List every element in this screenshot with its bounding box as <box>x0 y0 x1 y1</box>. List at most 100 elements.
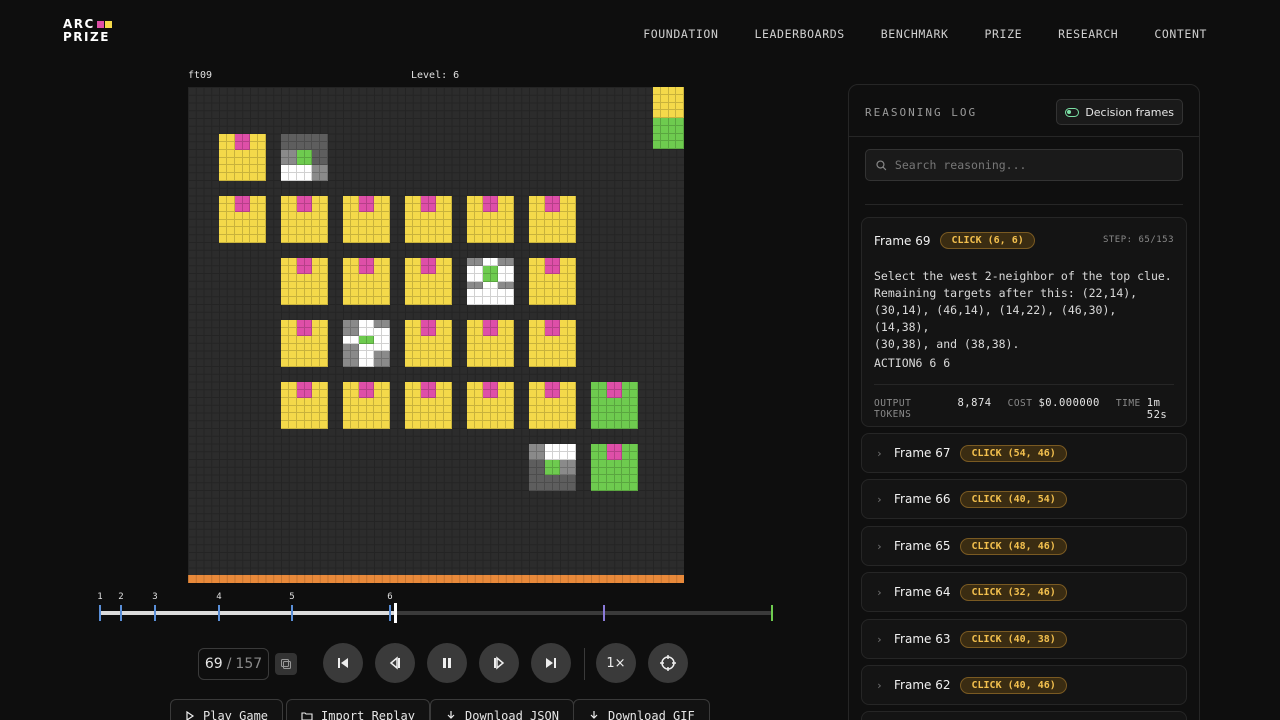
yellow-tile[interactable] <box>219 134 266 181</box>
yellow-tile[interactable] <box>405 196 452 243</box>
frame-row[interactable]: › Frame 63 CLICK (40, 38) <box>861 619 1187 659</box>
frame-row[interactable] <box>861 711 1187 720</box>
frame-stats: OUTPUT TOKENS 8,874 COST $0.000000 TIME … <box>874 397 1186 421</box>
yellow-tile[interactable] <box>281 320 328 367</box>
frame-row[interactable]: › Frame 65 CLICK (48, 46) <box>861 526 1187 566</box>
nav-leaderboards[interactable]: LEADERBOARDS <box>754 27 844 41</box>
frame-counter[interactable]: 69 / 157 <box>198 648 269 680</box>
yellow-tile[interactable] <box>219 196 266 243</box>
download-json-button[interactable]: Download JSON <box>430 699 574 720</box>
game-id: ft09 <box>188 70 213 81</box>
level-marker[interactable] <box>120 605 122 621</box>
total-frames: 157 <box>235 656 263 672</box>
clue-tile[interactable] <box>529 444 576 491</box>
yellow-tile[interactable] <box>467 382 514 429</box>
speed-button[interactable]: 1× <box>596 643 636 683</box>
frame-row[interactable]: › Frame 66 CLICK (40, 54) <box>861 479 1187 519</box>
yellow-tile[interactable] <box>529 258 576 305</box>
level-marker-label: 4 <box>216 592 222 602</box>
green-tile[interactable] <box>591 382 638 429</box>
yellow-tile[interactable] <box>281 382 328 429</box>
step-back-button[interactable] <box>375 643 415 683</box>
arc-prize-logo[interactable]: ARC PRIZE <box>63 18 123 44</box>
frame-title: Frame 63 <box>894 632 951 646</box>
nav-research[interactable]: RESEARCH <box>1058 27 1118 41</box>
download-json-label: Download JSON <box>465 709 559 720</box>
play-game-button[interactable]: Play Game <box>170 699 284 720</box>
yellow-tile[interactable] <box>467 320 514 367</box>
search-icon <box>876 159 887 170</box>
frame-row[interactable]: › Frame 67 CLICK (54, 46) <box>861 433 1187 473</box>
cost-value: $0.000000 <box>1038 397 1100 409</box>
play-icon <box>186 711 195 720</box>
decision-frames-toggle[interactable]: Decision frames <box>1056 99 1183 125</box>
yellow-tile[interactable] <box>467 196 514 243</box>
decision-frames-label: Decision frames <box>1085 105 1174 119</box>
timeline-handle[interactable] <box>394 603 397 623</box>
chevron-right-icon: › <box>876 632 883 646</box>
download-gif-button[interactable]: Download GIF <box>573 699 710 720</box>
time-value: 1m 52s <box>1146 397 1168 421</box>
yellow-tile[interactable] <box>343 196 390 243</box>
copy-icon <box>281 659 291 669</box>
level-marker[interactable] <box>154 605 156 621</box>
clue-tile[interactable] <box>343 320 390 367</box>
chevron-right-icon: › <box>876 585 883 599</box>
action-badge: CLICK (32, 46) <box>960 583 1067 601</box>
search-divider <box>865 204 1183 205</box>
search-box[interactable] <box>865 149 1183 181</box>
yellow-tile[interactable] <box>281 258 328 305</box>
clue-tile[interactable] <box>467 258 514 305</box>
frame-title: Frame 62 <box>894 678 951 692</box>
yellow-tile[interactable] <box>529 382 576 429</box>
step-forward-button[interactable] <box>479 643 519 683</box>
chevron-right-icon: › <box>876 678 883 692</box>
skip-to-start-button[interactable] <box>323 643 363 683</box>
yellow-tile[interactable] <box>529 320 576 367</box>
copy-button[interactable] <box>275 653 297 675</box>
action-badge: CLICK (54, 46) <box>960 444 1067 462</box>
level-marker[interactable] <box>389 605 391 621</box>
main-nav: FOUNDATION LEADERBOARDS BENCHMARK PRIZE … <box>607 27 1207 41</box>
level-marker[interactable] <box>603 605 605 621</box>
frame-title: Frame 69 <box>874 233 931 248</box>
timeline-track[interactable] <box>99 611 772 615</box>
action-badge: CLICK (40, 46) <box>960 676 1067 694</box>
clue-tile[interactable] <box>281 134 328 181</box>
focus-button[interactable] <box>648 643 688 683</box>
level-marker[interactable] <box>99 605 101 621</box>
yellow-tile[interactable] <box>405 258 452 305</box>
level-marker-label: 6 <box>387 592 393 602</box>
logo-text-prize: PRIZE <box>63 30 110 44</box>
frame-card-expanded[interactable]: Frame 69 CLICK (6, 6) STEP: 65/153 Selec… <box>861 217 1187 427</box>
frame-row[interactable]: › Frame 64 CLICK (32, 46) <box>861 572 1187 612</box>
action-badge: CLICK (40, 38) <box>960 630 1067 648</box>
replay-timeline[interactable]: 1 2 3 4 5 6 <box>97 592 774 623</box>
nav-prize[interactable]: PRIZE <box>985 27 1023 41</box>
import-replay-button[interactable]: Import Replay <box>286 699 430 720</box>
download-gif-label: Download GIF <box>608 709 695 720</box>
import-replay-label: Import Replay <box>321 709 415 720</box>
end-marker[interactable] <box>771 605 773 621</box>
current-frame: 69 <box>204 656 223 672</box>
search-input[interactable] <box>894 158 1172 172</box>
green-tile[interactable] <box>591 444 638 491</box>
level-marker[interactable] <box>291 605 293 621</box>
pause-button[interactable] <box>427 643 467 683</box>
yellow-tile[interactable] <box>405 382 452 429</box>
level-marker[interactable] <box>218 605 220 621</box>
nav-benchmark[interactable]: BENCHMARK <box>881 27 949 41</box>
nav-foundation[interactable]: FOUNDATION <box>643 27 718 41</box>
frame-row[interactable]: › Frame 62 CLICK (40, 46) <box>861 665 1187 705</box>
frame-card-header: Frame 69 CLICK (6, 6) <box>874 232 1035 249</box>
level-label: Level: 6 <box>411 70 460 81</box>
yellow-tile[interactable] <box>405 320 452 367</box>
yellow-tile[interactable] <box>343 258 390 305</box>
action-badge: CLICK (48, 46) <box>960 537 1067 555</box>
yellow-tile[interactable] <box>529 196 576 243</box>
yellow-tile[interactable] <box>281 196 328 243</box>
yellow-tile[interactable] <box>343 382 390 429</box>
stats-divider <box>874 384 1174 385</box>
nav-content[interactable]: CONTENT <box>1154 27 1207 41</box>
skip-to-end-button[interactable] <box>531 643 571 683</box>
